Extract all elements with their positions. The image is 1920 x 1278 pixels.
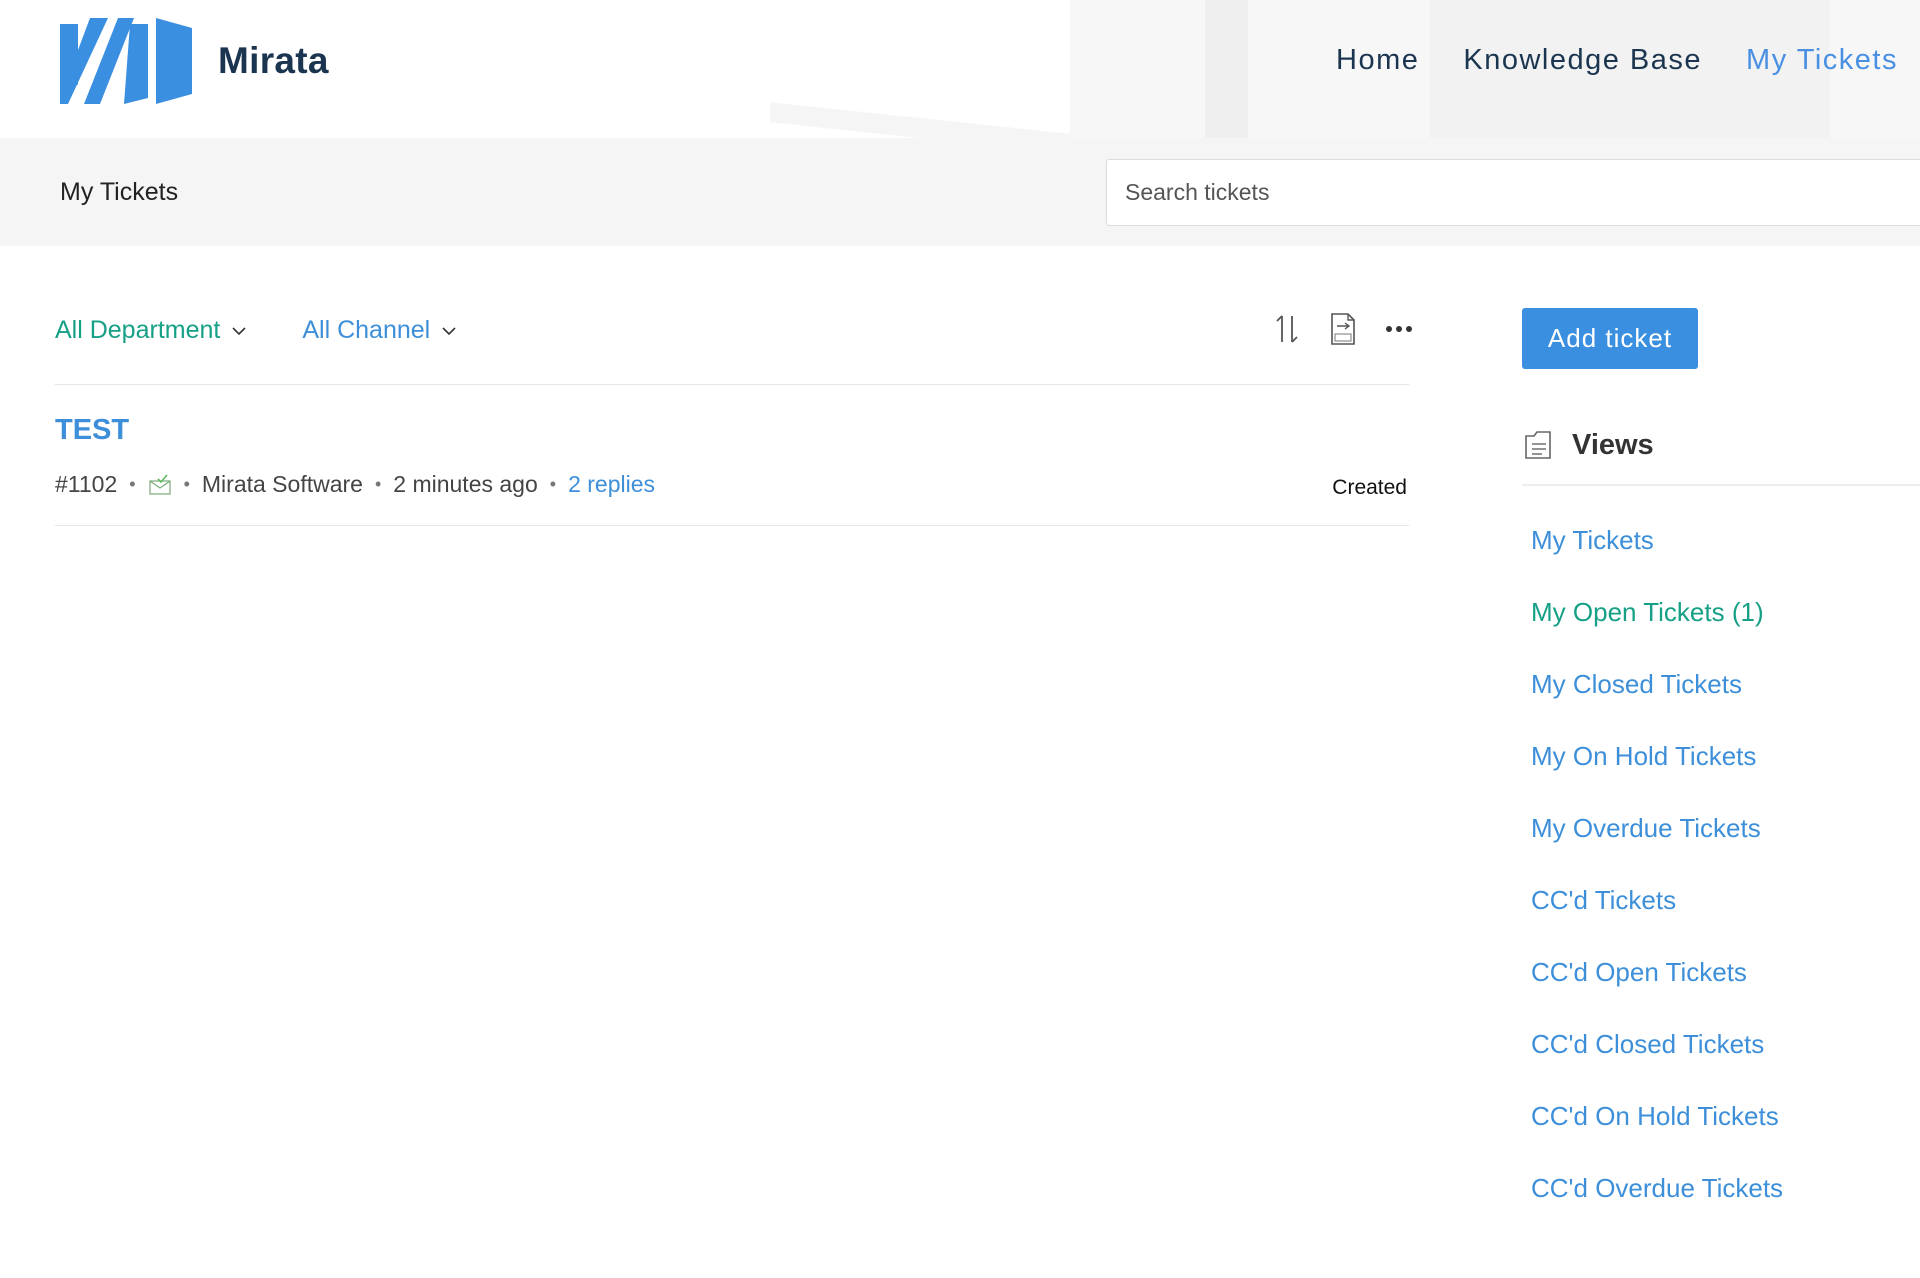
filter-bar: All Department All Channel — [55, 316, 458, 345]
chevron-down-icon — [442, 326, 456, 335]
ticket-status: Created — [1332, 476, 1407, 499]
nav-home[interactable]: Home — [1336, 44, 1419, 77]
brand-name[interactable]: Mirata — [218, 40, 329, 82]
channel-filter[interactable]: All Channel — [302, 316, 458, 345]
separator-dot: • — [183, 474, 190, 494]
ticket-replies-link[interactable]: 2 replies — [568, 471, 655, 498]
view-my-overdue-tickets[interactable]: My Overdue Tickets — [1531, 810, 1783, 882]
search-input[interactable] — [1106, 159, 1920, 226]
department-filter-label: All Department — [55, 316, 221, 344]
view-ccd-on-hold-tickets[interactable]: CC'd On Hold Tickets — [1531, 1098, 1783, 1170]
email-icon — [148, 473, 171, 495]
ticket-title-link[interactable]: TEST — [55, 414, 129, 447]
page: Mirata Home Knowledge Base My Tickets My… — [0, 0, 1920, 1278]
divider — [55, 384, 1409, 385]
chevron-down-icon — [232, 326, 246, 335]
views-list: My Tickets My Open Tickets (1) My Closed… — [1531, 522, 1783, 1242]
view-ccd-overdue-tickets[interactable]: CC'd Overdue Tickets — [1531, 1170, 1783, 1242]
view-my-closed-tickets[interactable]: My Closed Tickets — [1531, 666, 1783, 738]
view-ccd-open-tickets[interactable]: CC'd Open Tickets — [1531, 954, 1783, 1026]
view-ccd-tickets[interactable]: CC'd Tickets — [1531, 882, 1783, 954]
views-document-icon — [1525, 431, 1551, 459]
ticket-time: 2 minutes ago — [393, 471, 538, 497]
separator-dot: • — [129, 474, 136, 494]
view-my-on-hold-tickets[interactable]: My On Hold Tickets — [1531, 738, 1783, 810]
department-filter[interactable]: All Department — [55, 316, 248, 345]
top-header: Mirata Home Knowledge Base My Tickets — [0, 0, 1920, 138]
ticket-meta: #1102 • • Mirata Software • 2 minutes ag… — [55, 471, 655, 498]
header-backdrop — [770, 102, 1070, 138]
nav-my-tickets[interactable]: My Tickets — [1746, 44, 1898, 77]
csv-export-icon[interactable] — [1328, 312, 1358, 346]
separator-dot: • — [374, 474, 382, 494]
view-my-tickets[interactable]: My Tickets — [1531, 522, 1783, 594]
ticket-company: Mirata Software — [201, 471, 363, 497]
header-backdrop — [1205, 0, 1248, 138]
separator-dot: • — [549, 474, 557, 494]
divider — [1522, 484, 1920, 486]
add-ticket-button[interactable]: Add ticket — [1522, 308, 1698, 369]
brand-logo[interactable] — [60, 18, 192, 104]
main-nav: Home Knowledge Base My Tickets — [1336, 44, 1898, 77]
list-toolbar — [1272, 312, 1414, 346]
nav-knowledge-base[interactable]: Knowledge Base — [1463, 44, 1702, 77]
page-title: My Tickets — [60, 178, 179, 206]
views-header: Views — [1522, 428, 1654, 462]
view-ccd-closed-tickets[interactable]: CC'd Closed Tickets — [1531, 1026, 1783, 1098]
ticket-number: #1102 — [55, 471, 118, 497]
view-my-open-tickets[interactable]: My Open Tickets (1) — [1531, 594, 1783, 666]
sub-header: My Tickets — [0, 138, 1920, 246]
views-title: Views — [1572, 428, 1654, 461]
sort-icon[interactable] — [1272, 312, 1302, 346]
divider — [55, 525, 1409, 526]
channel-filter-label: All Channel — [302, 316, 431, 344]
more-options-icon[interactable] — [1384, 312, 1414, 346]
